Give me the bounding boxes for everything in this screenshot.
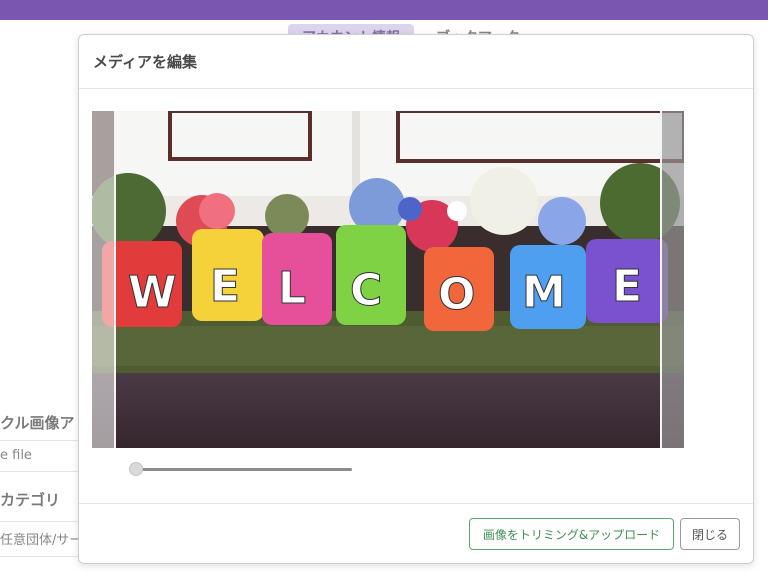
zoom-slider-thumb[interactable] — [129, 462, 143, 476]
crop-mask-right — [662, 111, 684, 448]
image-crop-area[interactable]: W E L C O M E — [92, 111, 684, 448]
close-button[interactable]: 閉じる — [680, 518, 740, 550]
svg-text:E: E — [210, 261, 240, 312]
svg-text:L: L — [278, 263, 306, 314]
modal-footer: 画像をトリミング&アップロード 閉じる — [79, 503, 753, 563]
zoom-slider-track[interactable] — [134, 468, 352, 471]
welcome-pots-image: W E L C O M E — [92, 111, 684, 448]
crop-mask-left — [92, 111, 114, 448]
modal-title: メディアを編集 — [93, 53, 197, 71]
svg-text:C: C — [350, 265, 382, 316]
edit-media-modal: メディアを編集 W E L C O M E 画像をトリミング&アップロード 閉じ… — [78, 34, 754, 564]
svg-text:W: W — [128, 267, 177, 318]
svg-text:O: O — [438, 269, 475, 320]
modal-header: メディアを編集 — [79, 35, 753, 89]
crop-upload-button[interactable]: 画像をトリミング&アップロード — [469, 518, 674, 550]
svg-text:M: M — [522, 267, 566, 318]
top-nav-bar — [0, 0, 768, 20]
svg-text:E: E — [612, 261, 642, 312]
